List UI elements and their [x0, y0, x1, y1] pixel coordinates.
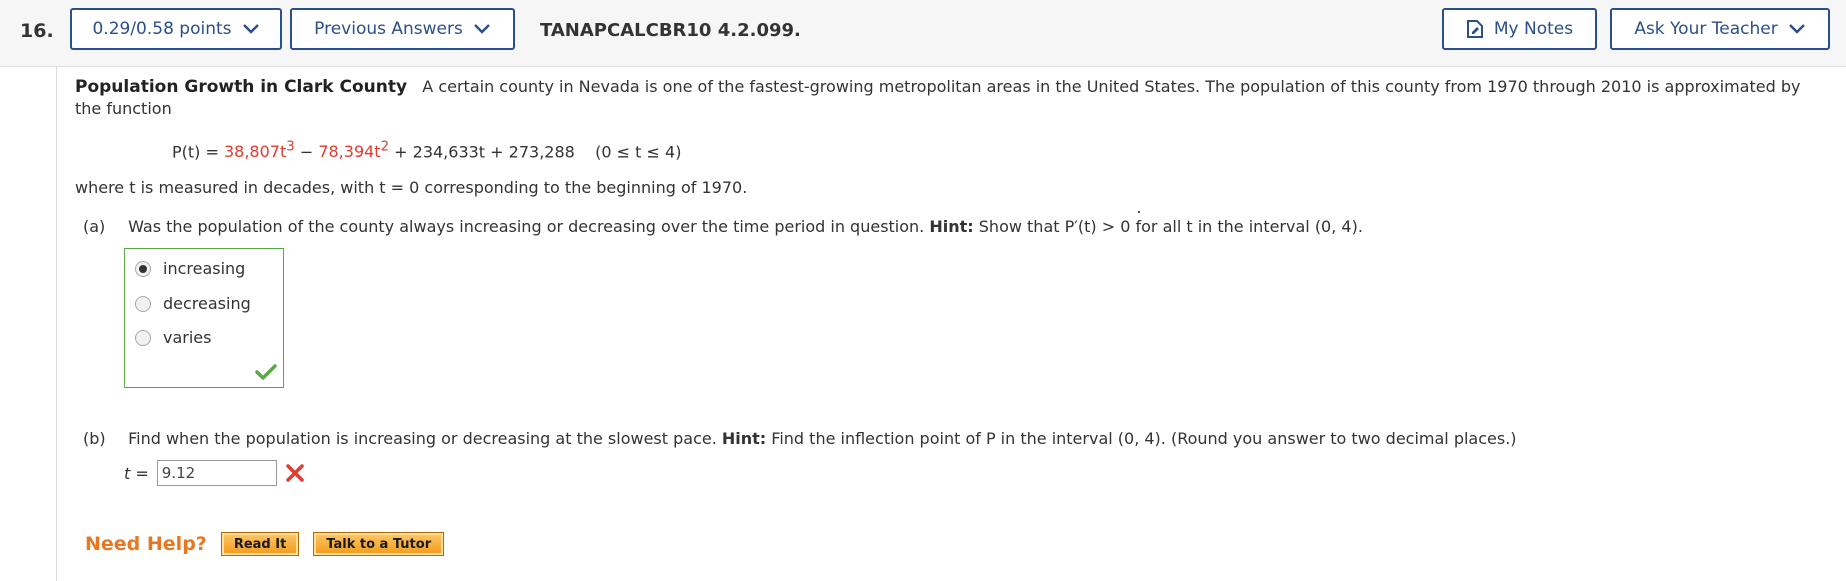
question-code: TANAPCALCBR10 4.2.099. [540, 20, 801, 41]
chevron-down-icon [1788, 24, 1805, 34]
formula-term2: 78,394t2 [318, 140, 390, 162]
part-b-question: (b) Find when the population is increasi… [83, 429, 1517, 448]
part-a-label: (a) [83, 217, 106, 236]
part-b-hint-text: Find the inflection point of P in the in… [771, 429, 1517, 448]
my-notes-button[interactable]: My Notes [1442, 8, 1597, 50]
need-help-section: Need Help? Read It Talk to a Tutor [85, 532, 445, 556]
part-b-label: (b) [83, 429, 106, 448]
part-a-answer-box: increasing decreasing varies [124, 248, 284, 388]
term1-coefficient: 38,807t [223, 142, 287, 162]
previous-answers-label: Previous Answers [314, 19, 463, 39]
formula-minus: − [294, 142, 319, 162]
question-header: 16. 0.29/0.58 points Previous Answers TA… [0, 0, 1846, 67]
left-divider [56, 67, 57, 581]
ask-teacher-label: Ask Your Teacher [1634, 19, 1778, 39]
talk-to-tutor-button[interactable]: Talk to a Tutor [313, 532, 445, 556]
formula-domain: (0 ≤ t ≤ 4) [595, 142, 682, 162]
part-b-hint-label: Hint: [721, 429, 767, 448]
option-label: increasing [163, 259, 246, 278]
term2-exponent: 2 [380, 140, 390, 155]
part-a-text: Was the population of the county always … [128, 217, 925, 236]
formula-term1: 38,807t3 [223, 140, 295, 162]
option-label: decreasing [163, 294, 251, 313]
my-notes-label: My Notes [1493, 19, 1574, 39]
problem-intro: Population Growth in Clark County A cert… [75, 76, 1825, 120]
notes-icon [1466, 20, 1483, 38]
option-label: varies [163, 328, 212, 347]
checkmark-icon [255, 364, 277, 380]
option-increasing[interactable]: increasing [135, 259, 245, 278]
part-a-question: (a) Was the population of the county alw… [83, 217, 1363, 236]
incorrect-x-icon [286, 464, 304, 482]
part-b-answer-row: t = [124, 460, 305, 486]
part-b-text: Find when the population is increasing o… [128, 429, 717, 448]
term1-exponent: 3 [286, 140, 295, 155]
radio-unselected[interactable] [135, 329, 151, 346]
ask-teacher-button[interactable]: Ask Your Teacher [1610, 8, 1830, 50]
population-formula: P(t) = 38,807t3 − 78,394t2 + 234,633t + … [172, 140, 681, 161]
need-help-title: Need Help? [85, 533, 207, 555]
question-number: 16. [20, 20, 54, 42]
problem-title: Population Growth in Clark County [75, 77, 408, 97]
formula-lhs: P(t) = [172, 142, 224, 162]
option-decreasing[interactable]: decreasing [135, 294, 251, 313]
term2-coefficient: 78,394t [318, 142, 381, 162]
chevron-down-icon [474, 24, 490, 34]
previous-answers-button[interactable]: Previous Answers [290, 8, 515, 50]
answer-prefix: t = [124, 463, 149, 483]
read-it-button[interactable]: Read It [220, 532, 300, 556]
chevron-down-icon [242, 24, 259, 34]
points-label: 0.29/0.58 points [92, 19, 232, 39]
formula-rest: + 234,633t + 273,288 [389, 142, 575, 162]
part-a-hint-text: Show that P′(t) > 0 for all t in the int… [978, 217, 1363, 236]
stray-mark [1138, 211, 1140, 213]
part-a-hint-label: Hint: [929, 217, 974, 236]
radio-selected[interactable] [135, 260, 151, 277]
radio-unselected[interactable] [135, 295, 151, 312]
points-button[interactable]: 0.29/0.58 points [70, 8, 282, 50]
answer-input[interactable] [156, 460, 277, 486]
where-text: where t is measured in decades, with t =… [75, 178, 748, 197]
option-varies[interactable]: varies [135, 328, 211, 347]
